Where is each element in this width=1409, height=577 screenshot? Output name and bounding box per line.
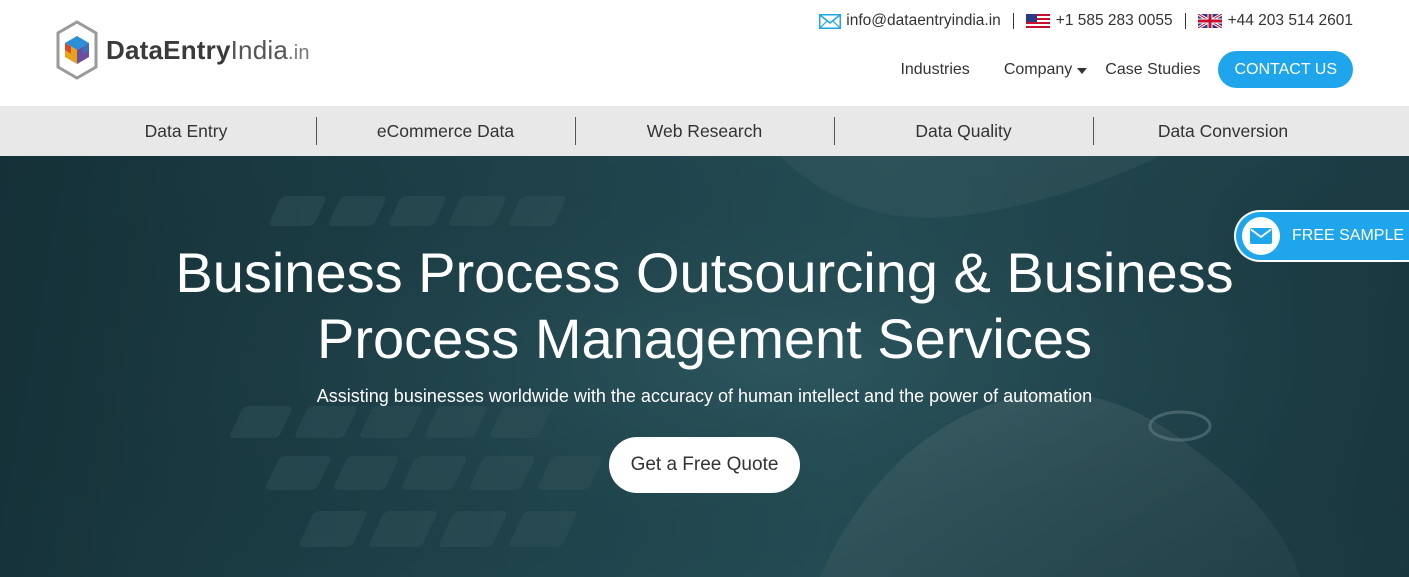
nav-industries[interactable]: Industries [900,61,969,79]
service-data-entry[interactable]: Data Entry [56,106,316,156]
hero-title: Business Process Outsourcing & Business … [0,240,1409,372]
logo-text-india: India [230,34,289,65]
contact-us-button[interactable]: CONTACT US [1218,51,1353,88]
phone-uk-text: +44 203 514 2601 [1227,12,1353,29]
logo-cube-icon [56,20,98,80]
phone-us-link[interactable]: +1 585 283 0055 [1025,12,1173,30]
contact-row: info@dataentryindia.in +1 585 283 0055 +… [819,12,1353,30]
free-sample-button[interactable]: FREE SAMPLE [1234,210,1409,262]
chevron-down-icon [1077,68,1088,74]
envelope-icon [1242,217,1280,255]
free-sample-label: FREE SAMPLE [1292,227,1405,244]
hero-title-line2: Process Management Services [316,307,1092,370]
services-menu: Data Entry eCommerce Data Web Research D… [0,106,1409,156]
email-text: info@dataentryindia.in [846,12,1001,29]
us-flag-icon [1025,14,1050,28]
logo-text-data: Data [106,34,164,65]
logo[interactable]: Data Entry India .in [56,20,310,80]
nav-company[interactable]: Company [1003,60,1088,79]
logo-text-entry: Entry [163,34,231,65]
hero-subtitle: Assisting businesses worldwide with the … [316,386,1093,406]
service-data-quality[interactable]: Data Quality [834,106,1093,156]
envelope-icon-glyph [1250,228,1272,244]
get-free-quote-button[interactable]: Get a Free Quote [609,437,800,493]
hero-banner: Business Process Outsourcing & Business … [0,156,1409,577]
logo-text-tld: .in [288,41,310,64]
mail-icon [819,13,842,29]
main-nav: Industries Company Case Studies CONTACT … [900,51,1353,88]
service-web-research[interactable]: Web Research [575,106,834,156]
phone-uk-link[interactable]: +44 203 514 2601 [1197,12,1353,30]
site-header: Data Entry India .in info@dataentryindia.in [0,0,1409,106]
nav-company-label: Company [1003,60,1073,78]
nav-case-studies[interactable]: Case Studies [1105,61,1200,79]
uk-flag-icon [1197,14,1222,28]
email-link[interactable]: info@dataentryindia.in [819,12,1001,30]
contact-divider [1184,13,1186,29]
contact-divider [1012,13,1014,29]
phone-us-text: +1 585 283 0055 [1055,12,1173,29]
service-data-conversion[interactable]: Data Conversion [1093,106,1353,156]
hero-title-line1: Business Process Outsourcing & Business [175,241,1234,304]
service-ecommerce-data[interactable]: eCommerce Data [316,106,575,156]
